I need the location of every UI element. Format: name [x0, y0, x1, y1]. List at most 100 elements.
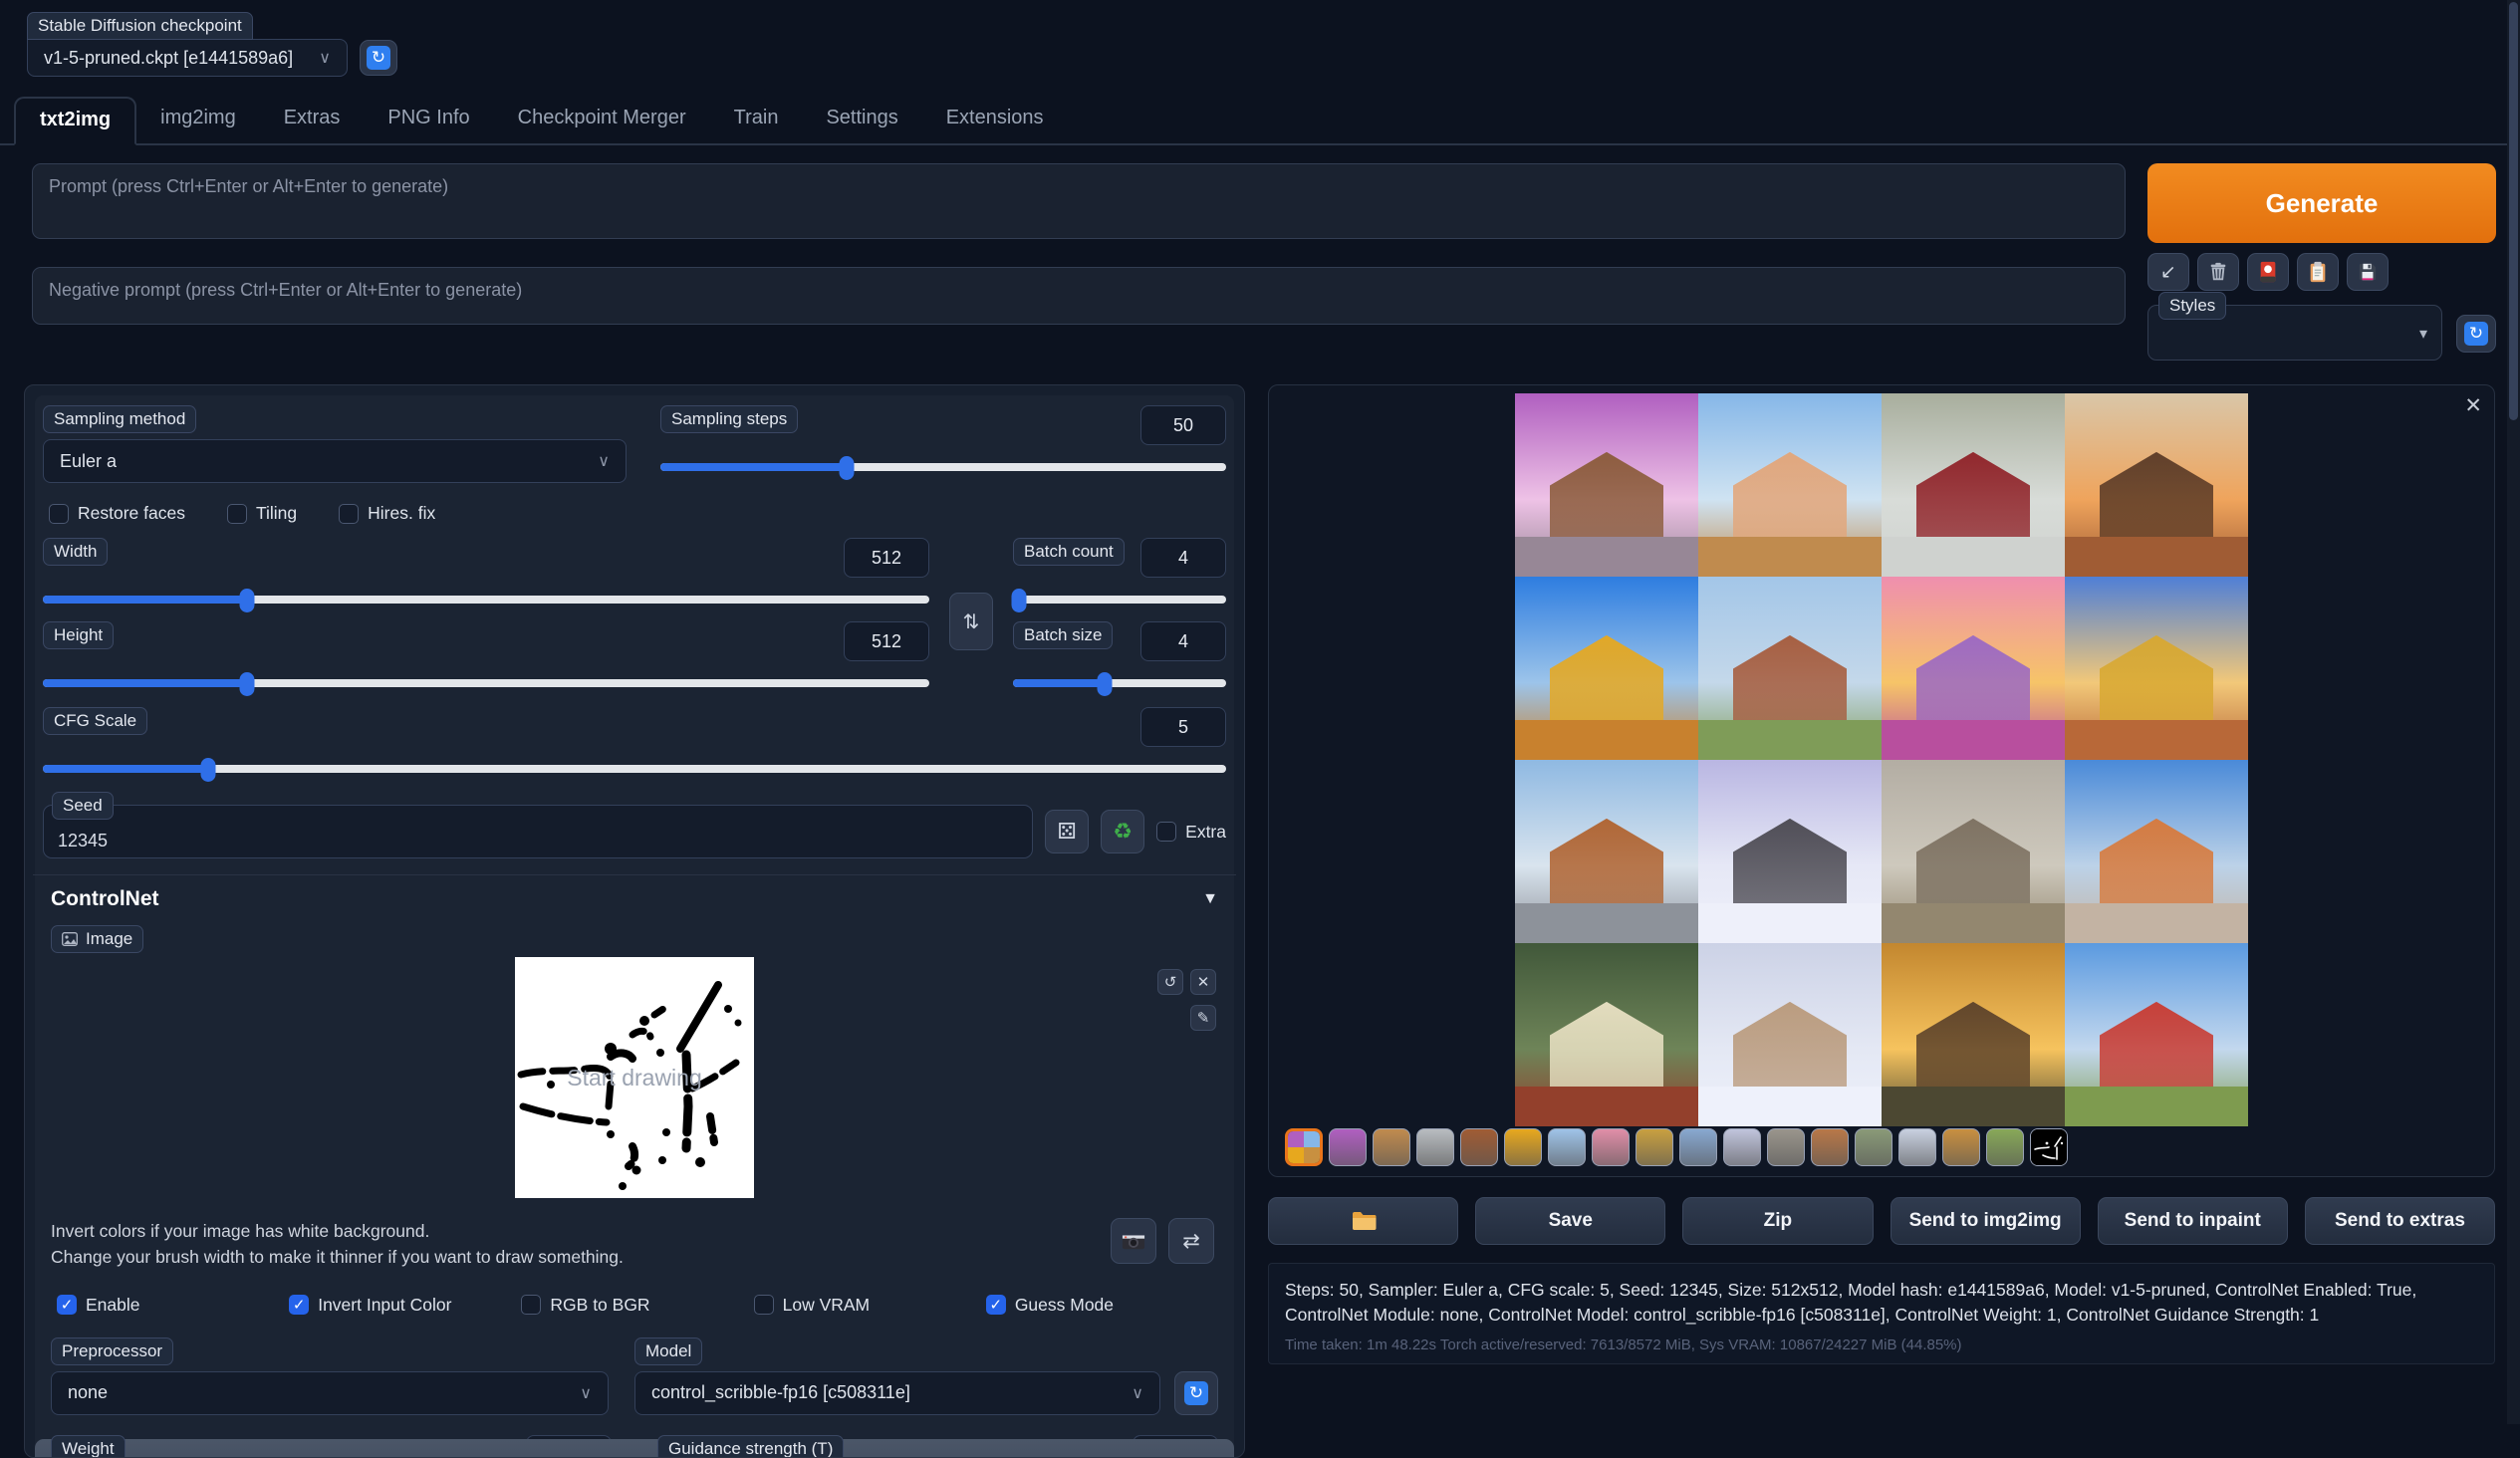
thumbnail-1[interactable] [1329, 1128, 1367, 1166]
height-slider[interactable] [43, 671, 929, 695]
thumbnail-9[interactable] [1679, 1128, 1717, 1166]
undo-button[interactable]: ↺ [1157, 969, 1183, 995]
slider-track[interactable] [1013, 596, 1226, 604]
seed-input[interactable]: Seed 12345 [43, 805, 1033, 858]
checkbox-rgb-to-bgr[interactable]: ✓RGB to BGR [521, 1295, 753, 1316]
refresh-styles-button[interactable]: ↻ [2456, 315, 2496, 353]
thumbnail-7[interactable] [1592, 1128, 1630, 1166]
controlnet-image-tab[interactable]: Image [51, 925, 143, 953]
width-slider[interactable] [43, 588, 929, 611]
tab-checkpoint-merger[interactable]: Checkpoint Merger [494, 97, 710, 143]
thumbnail-2[interactable] [1373, 1128, 1410, 1166]
gallery-image-sepia-old-house[interactable] [1882, 760, 2065, 943]
tab-png-info[interactable]: PNG Info [364, 97, 493, 143]
checkpoint-select[interactable]: v1-5-pruned.ckpt [e1441589a6] ∨ [27, 39, 348, 77]
slider-track[interactable] [43, 596, 929, 604]
gallery-image-sunlit-teal-house[interactable] [2065, 577, 2248, 760]
negative-prompt-input[interactable] [32, 267, 2126, 325]
width-input[interactable]: 512 [844, 538, 929, 578]
webcam-button[interactable] [1111, 1218, 1156, 1264]
gallery-image-brick-house-field[interactable] [1698, 577, 1882, 760]
gallery-image-cream-house-forest[interactable] [1515, 943, 1698, 1126]
send-to-img2img-button[interactable]: Send to img2img [1890, 1197, 2081, 1245]
open-folder-button[interactable] [1268, 1197, 1458, 1245]
model-select[interactable]: control_scribble-fp16 [c508311e] ∨ [634, 1371, 1160, 1415]
slider-handle[interactable] [840, 456, 855, 480]
gallery-image-sunset-street[interactable] [2065, 393, 2248, 577]
batch-size-input[interactable]: 4 [1140, 621, 1226, 661]
reuse-seed-button[interactable]: ♻ [1101, 810, 1144, 853]
thumbnail-6[interactable] [1548, 1128, 1586, 1166]
brush-button[interactable]: ✎ [1190, 1005, 1216, 1031]
swap-width-height-button[interactable]: ⇅ [949, 593, 993, 650]
refresh-checkpoint-button[interactable]: ↻ [360, 40, 397, 76]
checkbox-hires-fix[interactable]: ✓Hires. fix [339, 503, 435, 524]
gallery-image-snowy-cabin[interactable] [1698, 943, 1882, 1126]
thumbnail-15[interactable] [1942, 1128, 1980, 1166]
slider-track[interactable] [660, 463, 1226, 471]
batch-size-slider[interactable] [1013, 671, 1226, 695]
gallery-image-peach-cottage[interactable] [1698, 393, 1882, 577]
gallery-image-red-barns-snow[interactable] [1882, 393, 2065, 577]
prompt-input[interactable] [32, 163, 2126, 239]
gallery-image-golden-sunset-barn[interactable] [1882, 943, 2065, 1126]
slider-track[interactable] [1013, 679, 1226, 687]
checkbox-enable[interactable]: ✓Enable [57, 1295, 289, 1316]
height-input[interactable]: 512 [844, 621, 929, 661]
clear-image-button[interactable]: ✕ [1190, 969, 1216, 995]
gallery-image-colorful-house-magenta[interactable] [1882, 577, 2065, 760]
preview-annotator-button[interactable] [35, 1439, 1234, 1458]
seed-extra-checkbox[interactable]: ✓ Extra [1156, 822, 1226, 843]
checkbox-guess-mode[interactable]: ✓Guess Mode [986, 1295, 1218, 1316]
gallery-image-village-purple-sunset[interactable] [1515, 393, 1698, 577]
checkbox-tiling[interactable]: ✓Tiling [227, 503, 297, 524]
sampling-steps-input[interactable]: 50 [1140, 405, 1226, 445]
tab-settings[interactable]: Settings [802, 97, 921, 143]
thumbnail-16[interactable] [1986, 1128, 2024, 1166]
extra-networks-button[interactable] [2247, 253, 2289, 291]
controlnet-accordion-header[interactable]: ControlNet ▼ [51, 887, 1218, 911]
thumbnail-5[interactable] [1504, 1128, 1542, 1166]
tab-txt2img[interactable]: txt2img [14, 97, 136, 145]
gallery-image-yellow-house-blue-sky[interactable] [1515, 577, 1698, 760]
thumbnail-3[interactable] [1416, 1128, 1454, 1166]
save-style-button[interactable] [2347, 253, 2389, 291]
generate-button[interactable]: Generate [2147, 163, 2496, 243]
thumbnail-4[interactable] [1460, 1128, 1498, 1166]
thumbnail-grid-view[interactable] [1285, 1128, 1323, 1166]
scrollbar-thumb[interactable] [2509, 2, 2518, 420]
refresh-models-button[interactable]: ↻ [1174, 1371, 1218, 1415]
random-seed-button[interactable]: ⚄ [1045, 810, 1089, 853]
tab-img2img[interactable]: img2img [136, 97, 260, 143]
thumbnail-11[interactable] [1767, 1128, 1805, 1166]
gallery-image-red-house-meadow[interactable] [2065, 943, 2248, 1126]
mirror-webcam-button[interactable]: ⇄ [1168, 1218, 1214, 1264]
trash-button[interactable] [2197, 253, 2239, 291]
gallery-image-lavender-snow-houses[interactable] [1698, 760, 1882, 943]
send-to-extras-button[interactable]: Send to extras [2305, 1197, 2495, 1245]
tab-train[interactable]: Train [710, 97, 803, 143]
thumbnail-scribble[interactable] [2030, 1128, 2068, 1166]
zip-button[interactable]: Zip [1682, 1197, 1873, 1245]
batch-count-slider[interactable] [1013, 588, 1226, 611]
apply-style-button[interactable] [2297, 253, 2339, 291]
thumbnail-10[interactable] [1723, 1128, 1761, 1166]
gallery-image-colorful-alley[interactable] [2065, 760, 2248, 943]
preprocessor-select[interactable]: none ∨ [51, 1371, 609, 1415]
tab-extras[interactable]: Extras [260, 97, 365, 143]
paste-arrow-button[interactable]: ↙ [2147, 253, 2189, 291]
checkbox-invert-input-color[interactable]: ✓Invert Input Color [289, 1295, 521, 1316]
slider-handle[interactable] [239, 672, 254, 696]
page-scrollbar[interactable] [2507, 0, 2520, 1424]
controlnet-scribble-canvas[interactable]: Start drawing [515, 957, 754, 1198]
slider-handle[interactable] [239, 589, 254, 612]
cfg-scale-input[interactable]: 5 [1140, 707, 1226, 747]
slider-handle[interactable] [201, 758, 216, 782]
tab-extensions[interactable]: Extensions [922, 97, 1068, 143]
cfg-scale-slider[interactable] [43, 757, 1226, 781]
thumbnail-14[interactable] [1898, 1128, 1936, 1166]
checkbox-restore-faces[interactable]: ✓Restore faces [49, 503, 185, 524]
sampling-method-select[interactable]: Euler a ∨ [43, 439, 627, 483]
gallery-image-orange-row-street[interactable] [1515, 760, 1698, 943]
batch-count-input[interactable]: 4 [1140, 538, 1226, 578]
